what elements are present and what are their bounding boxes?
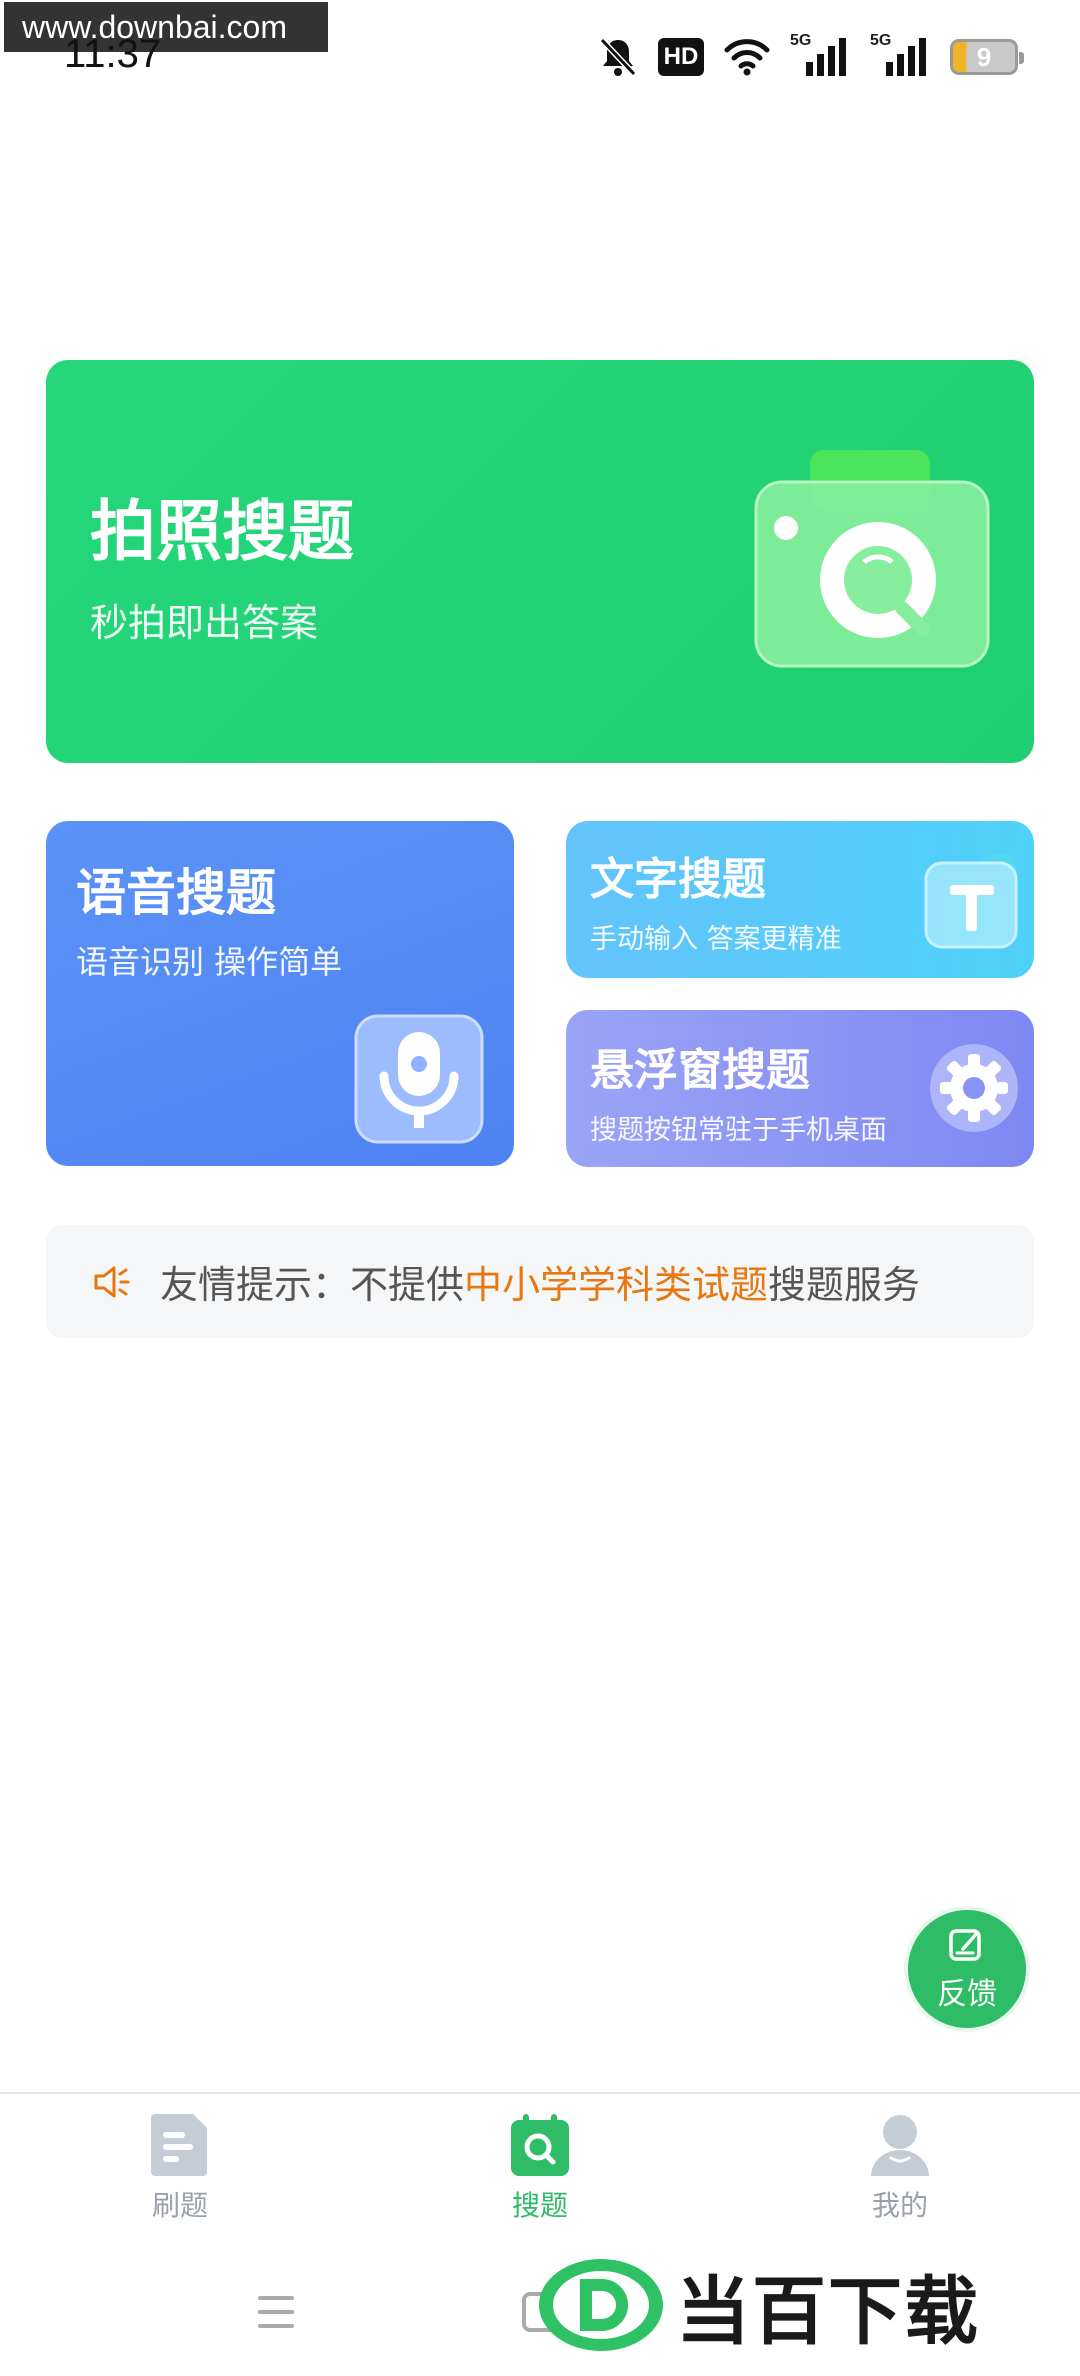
photo-search-subtitle: 秒拍即出答案 xyxy=(90,601,319,645)
edit-icon xyxy=(949,1929,981,1961)
nav-item-practice[interactable]: 刷题 xyxy=(80,2112,280,2224)
floating-window-search-subtitle: 搜题按钮常驻于手机桌面 xyxy=(590,1115,887,1146)
microphone-icon xyxy=(354,1014,484,1144)
voice-search-title: 语音搜题 xyxy=(76,864,276,922)
nav-label-search: 搜题 xyxy=(511,2189,568,2222)
user-icon xyxy=(871,2115,929,2176)
gear-icon xyxy=(930,1044,1018,1132)
battery-indicator: 9 xyxy=(950,39,1024,75)
nav-item-search[interactable]: 搜题 xyxy=(440,2112,640,2224)
status-icons: HD 5G 5G 9 xyxy=(598,32,1024,80)
document-icon xyxy=(151,2114,207,2176)
cell-signal-2: 5G xyxy=(870,32,930,78)
bottom-nav: 刷题 搜题 我的 xyxy=(0,2092,1080,2242)
cell-signal-1: 5G xyxy=(790,32,850,78)
search-calendar-icon xyxy=(511,2114,569,2176)
floating-window-search-title: 悬浮窗搜题 xyxy=(590,1045,810,1096)
photo-search-card[interactable]: 拍照搜题 秒拍即出答案 xyxy=(46,360,1034,763)
photo-search-title: 拍照搜题 xyxy=(90,493,354,570)
text-search-title: 文字搜题 xyxy=(590,854,766,905)
brand-logo-icon xyxy=(539,2259,663,2351)
nav-item-profile[interactable]: 我的 xyxy=(800,2112,1000,2224)
floating-window-search-card[interactable]: 悬浮窗搜题 搜题按钮常驻于手机桌面 xyxy=(566,1010,1034,1167)
wifi-icon xyxy=(724,39,770,76)
signal-bars-icon xyxy=(806,38,846,76)
notice-suffix: 搜题服务 xyxy=(768,1263,921,1307)
status-time: 11:37 xyxy=(64,32,162,76)
notice-highlight: 中小学学科类试题 xyxy=(464,1263,769,1307)
status-bar: www.downbai.com 11:37 HD 5G 5G 9 xyxy=(0,0,1080,110)
notice-banner: 友情提示：不提供中小学学科类试题搜题服务 xyxy=(46,1225,1034,1338)
nav-label-profile: 我的 xyxy=(871,2189,928,2222)
camera-icon xyxy=(754,450,990,668)
bell-muted-icon xyxy=(599,37,637,77)
notice-text: 友情提示：不提供中小学学科类试题搜题服务 xyxy=(160,1254,920,1309)
brand-name: 当百下载 xyxy=(676,2268,980,2355)
text-search-card[interactable]: 文字搜题 手动输入 答案更精准 xyxy=(566,821,1034,978)
brand-watermark: 当百下载 xyxy=(536,2250,1066,2360)
nav-label-practice: 刷题 xyxy=(151,2189,208,2222)
feedback-button[interactable]: 反馈 xyxy=(904,1906,1030,2032)
speaker-icon xyxy=(94,1266,130,1297)
watermark-label: www.downbai.com xyxy=(4,2,328,52)
hd-badge: HD xyxy=(658,38,704,76)
voice-search-subtitle: 语音识别 操作简单 xyxy=(76,943,343,981)
signal-bars-icon xyxy=(886,38,926,76)
notice-prefix: 友情提示：不提供 xyxy=(160,1263,465,1307)
text-search-subtitle: 手动输入 答案更精准 xyxy=(590,924,842,955)
voice-search-card[interactable]: 语音搜题 语音识别 操作简单 xyxy=(46,821,514,1166)
menu-icon[interactable] xyxy=(256,2294,296,2330)
text-t-icon xyxy=(924,855,1018,949)
feedback-label: 反馈 xyxy=(937,1977,997,2012)
